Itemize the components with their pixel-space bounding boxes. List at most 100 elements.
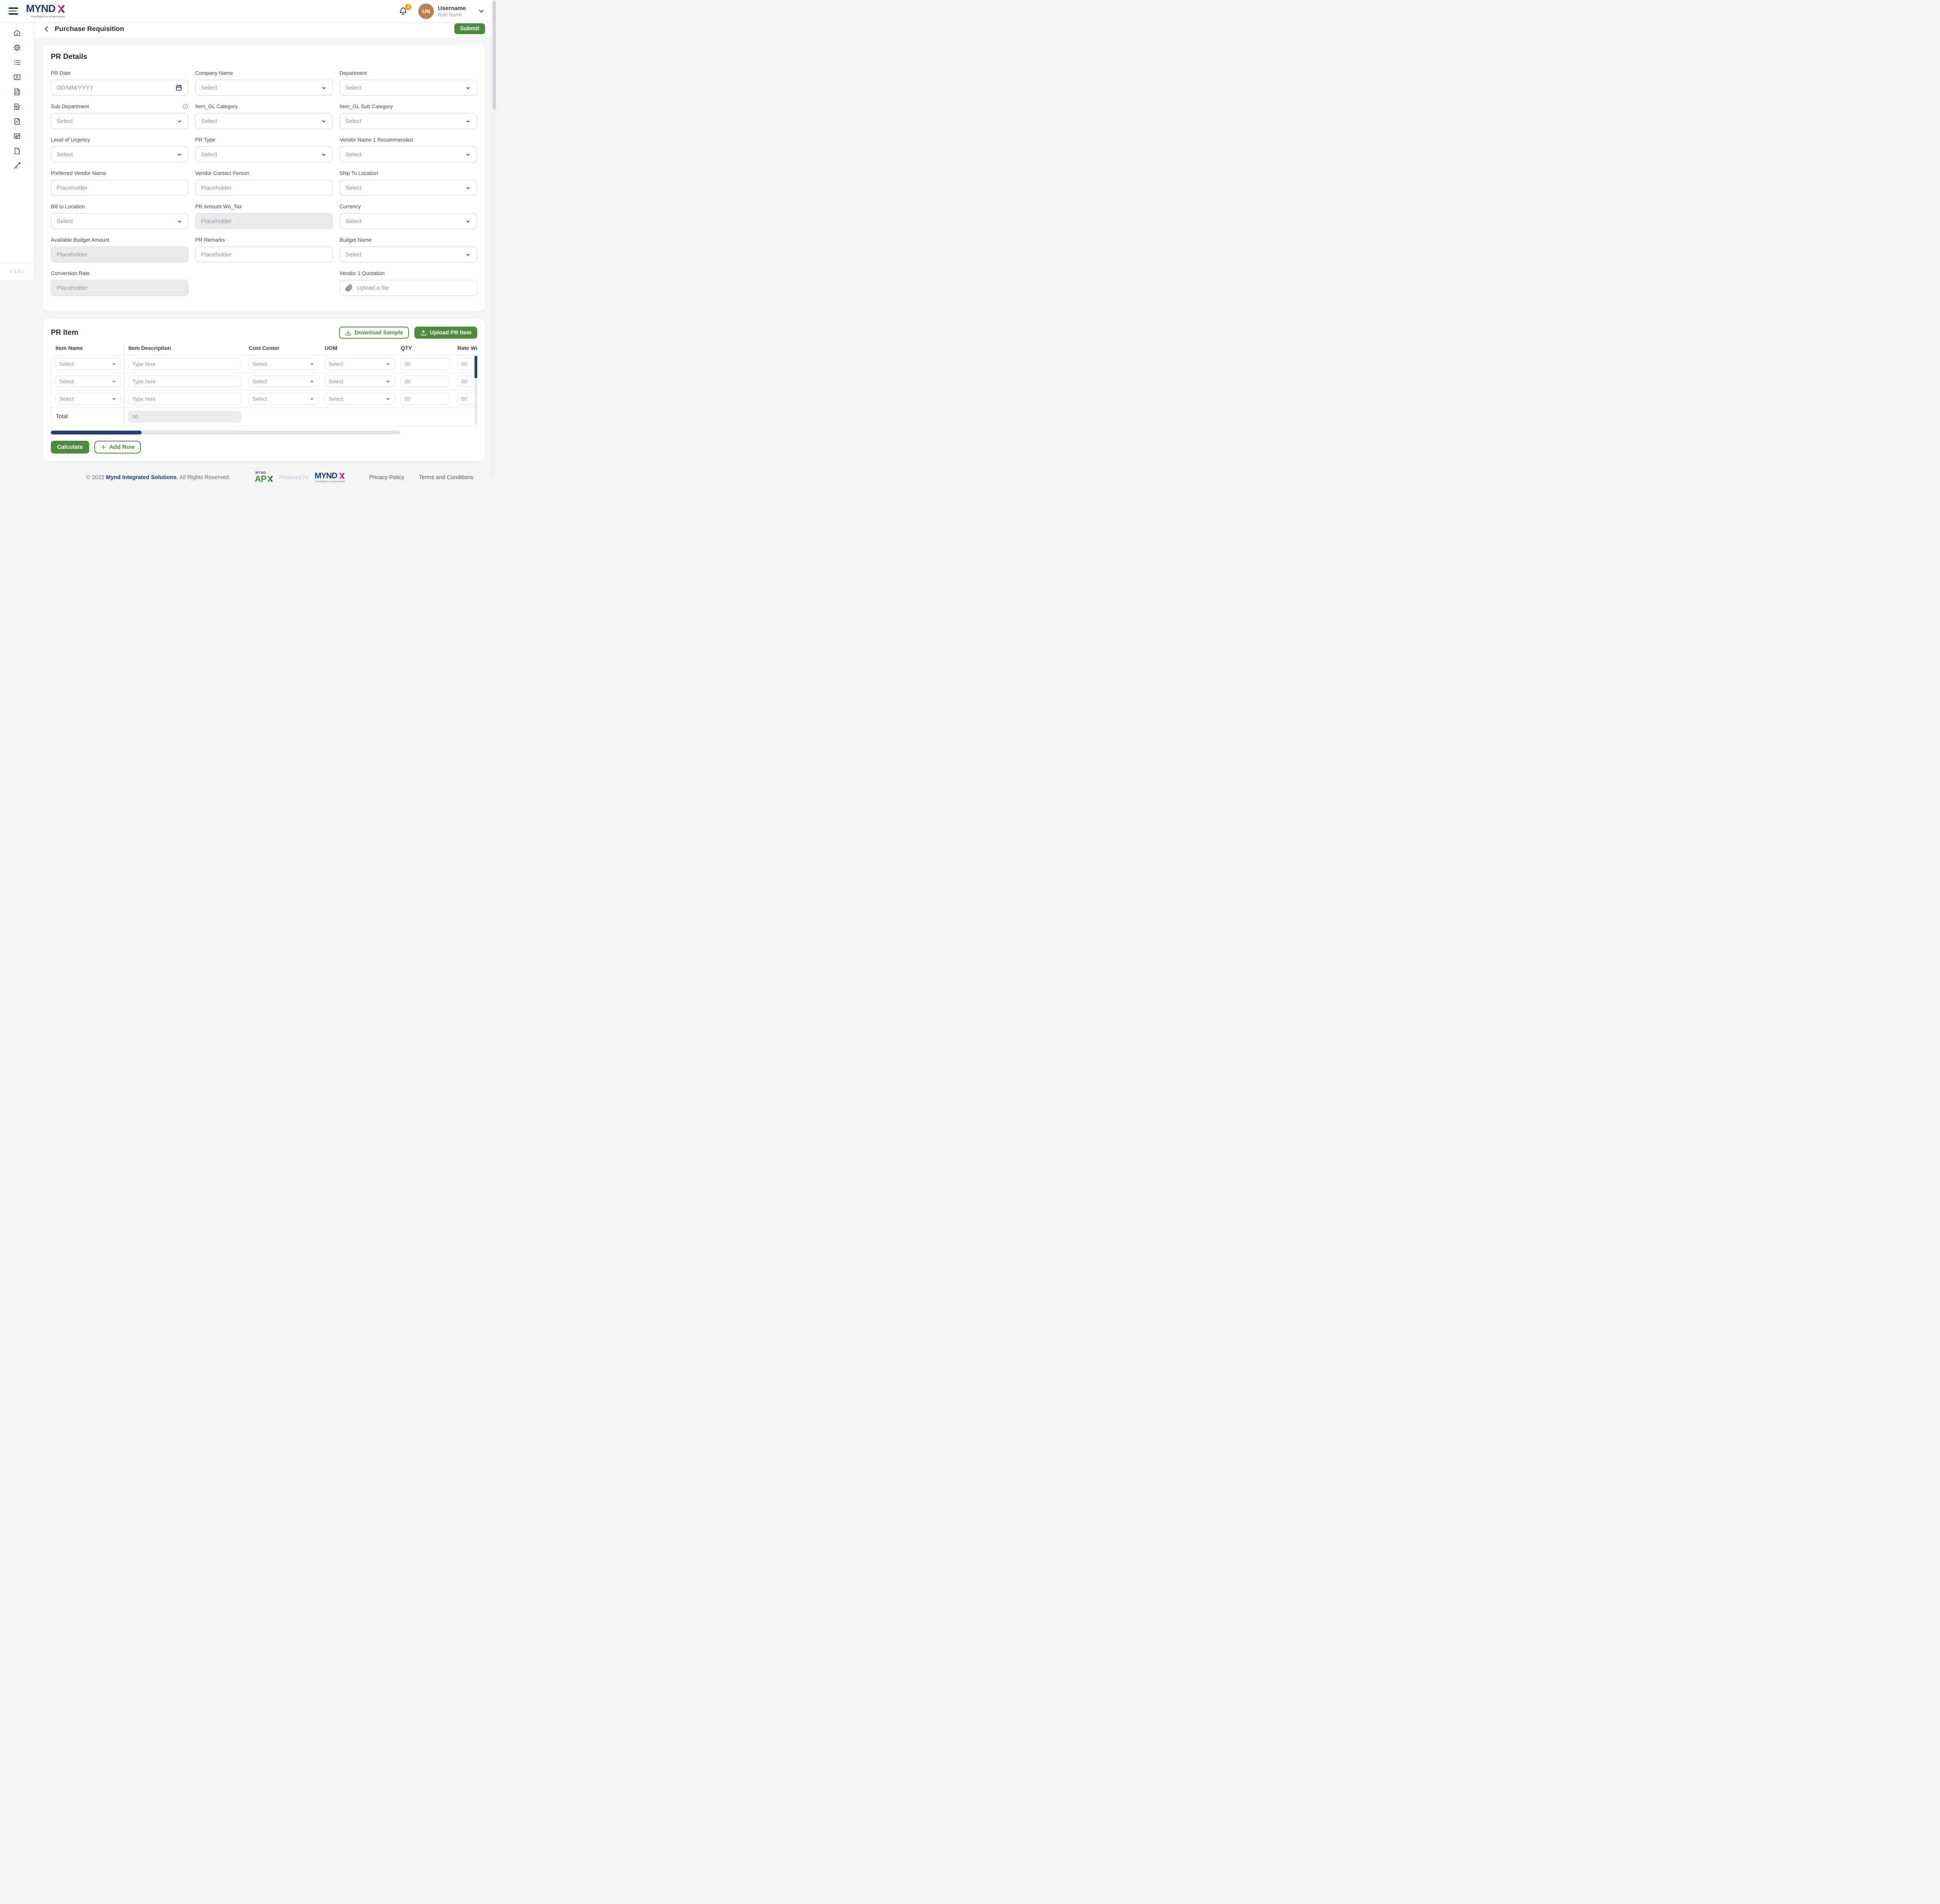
user-menu[interactable]: UN Username Role Name [418,3,466,19]
page-header: Purchase Requisition Submit [34,23,497,37]
sidebar-item-id-card[interactable] [10,73,24,81]
field-conversion-rate: Conversion Rate [51,270,189,296]
download-icon [345,329,352,336]
company-name: Mynd Integrated Solutions [106,474,177,481]
field-label: Available Budget Amount [51,237,109,243]
table-horizontal-scrollbar[interactable] [51,431,400,434]
currency-select[interactable]: Select [340,213,477,229]
chevron-down-icon [320,118,327,125]
pr-type-select[interactable]: Select [195,146,333,163]
sidebar-item-edit-document[interactable] [10,102,24,111]
top-header: MYND Intelligence Automated 3 UN Usernam… [0,0,497,23]
chevron-down-icon [465,251,471,258]
sidebar-item-home[interactable] [10,29,24,37]
hamburger-menu-icon[interactable] [9,7,18,14]
horizontal-scrollbar-thumb[interactable] [51,431,142,434]
pr-amount-wo-tax-input [201,218,327,225]
item-description-input[interactable] [132,361,237,367]
file-icon [13,147,21,155]
calculate-button[interactable]: Calculate [51,441,89,453]
field-label: Item_GL Category [195,104,238,109]
terms-and-conditions-link[interactable]: Terms and Conditions [419,474,473,481]
pr-date-input[interactable] [57,85,171,91]
info-icon[interactable] [182,103,189,110]
app-logo: MYND Intelligence Automated [26,4,65,18]
item-name-select[interactable]: Select [55,393,121,405]
ship-to-location-select[interactable]: Select [340,180,477,196]
sidebar-item-finance-document[interactable] [10,132,24,140]
cost-center-select[interactable]: Select [248,393,319,405]
item-description-input[interactable] [132,396,237,402]
back-chevron-icon[interactable] [43,25,50,33]
qty-input[interactable] [405,396,446,402]
upload-pr-item-button[interactable]: Upload PR Item [414,327,477,339]
field-label: Item_GL Sub Category [340,104,393,109]
available-budget-amount-input [57,251,183,258]
field-ship-to-location: Ship To Location Select [340,170,477,196]
chevron-down-icon [465,185,471,191]
uom-select[interactable]: Select [324,358,395,370]
chevron-down-icon [465,151,471,158]
cost-center-select[interactable]: Select [248,358,319,370]
item-description-input[interactable] [132,379,237,384]
item-name-select[interactable]: Select [55,376,121,387]
sidebar-item-settings[interactable] [10,43,24,52]
footer: © 2022 Mynd Integrated Solutions, All Ri… [77,461,485,483]
pr-remarks-input[interactable] [201,251,327,258]
field-preferred-vendor-name: Preferred Vendor Name [51,170,189,196]
vertical-scrollbar-thumb[interactable] [475,356,477,378]
vendor-name-1-recommended-select[interactable]: Select [340,146,477,163]
privacy-policy-link[interactable]: Privacy Policy [369,474,404,481]
total-value: 00 [128,411,241,422]
notification-bell-icon[interactable]: 3 [398,6,408,16]
vendor-contact-person-input[interactable] [201,185,327,191]
uom-select[interactable]: Select [324,376,395,387]
field-vendor-contact-person: Vendor Contact Person [195,170,333,196]
submit-button[interactable]: Submit [454,23,485,34]
sidebar-item-tools[interactable] [10,161,24,170]
pr-item-row: Select Select Select [51,355,477,373]
list-icon [13,59,21,66]
qty-input[interactable] [405,379,446,384]
item-gl-category-select[interactable]: Select [195,113,333,129]
sub-department-select[interactable]: Select [51,113,189,129]
calendar-icon[interactable] [175,84,183,92]
department-select[interactable]: Select [340,80,477,96]
pr-details-title: PR Details [51,53,477,61]
download-sample-button[interactable]: Download Sample [339,327,409,339]
cost-center-select[interactable]: Select [248,376,319,387]
logo-x-icon [338,473,345,479]
pr-details-card: PR Details PR Date Company Name Select D… [43,45,485,311]
vendor-1-quotation-upload[interactable]: Upload a file [340,280,477,296]
page-scrollbar-thumb[interactable] [493,1,496,110]
footer-brand-logo: MYND Intelligence Automated [315,472,345,483]
uom-select[interactable]: Select [324,393,395,405]
chevron-down-icon[interactable] [478,7,485,15]
page-scrollbar[interactable] [492,0,497,476]
field-currency: Currency Select [340,203,477,229]
table-vertical-scrollbar[interactable] [475,356,477,425]
preferred-vendor-name-input[interactable] [57,185,183,191]
sidebar-item-checklist[interactable] [10,88,24,96]
powered-by-text: Powered by [279,474,309,481]
plus-icon [100,444,106,450]
item-name-select[interactable]: Select [55,358,121,370]
add-row-button[interactable]: Add Row [94,441,141,453]
level-of-urgency-select[interactable]: Select [51,146,189,163]
avatar[interactable]: UN [418,3,434,19]
sidebar-item-file[interactable] [10,147,24,155]
pr-item-row: Select Select Select [51,373,477,390]
company-name-select[interactable]: Select [195,80,333,96]
sidebar-item-list[interactable] [10,58,24,67]
sidebar-item-document[interactable] [10,117,24,126]
field-label: Budget Name [340,237,372,243]
field-department: Department Select [340,70,477,96]
item-gl-sub-category-select[interactable]: Select [340,113,477,129]
logo-tagline: Intelligence Automated [31,15,65,18]
column-header-item-name: Item Name [51,345,124,351]
bill-to-location-select[interactable]: Select [51,213,189,229]
field-vendor-name-1-recommended: Vendor Name 1 Recommended Select [340,137,477,163]
budget-name-select[interactable]: Select [340,246,477,263]
qty-input[interactable] [405,361,446,367]
chevron-down-icon [111,396,117,402]
